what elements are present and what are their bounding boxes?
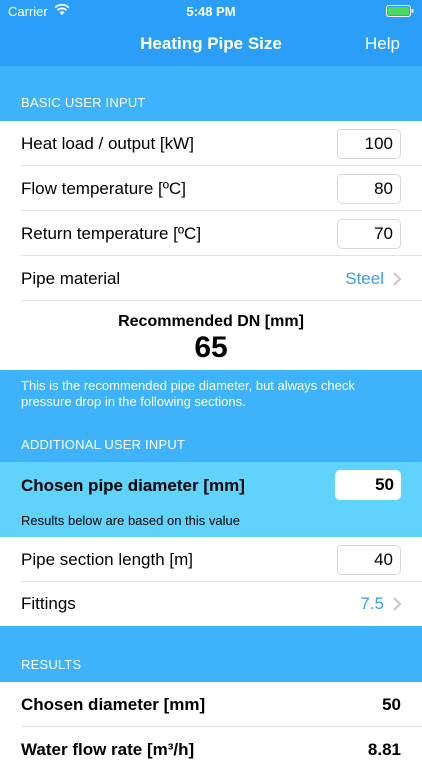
status-time: 5:48 PM — [186, 4, 236, 19]
return-temperature-label: Return temperature [ºC] — [21, 223, 202, 243]
fittings-label: Fittings — [21, 594, 76, 613]
chevron-right-icon — [393, 271, 402, 286]
section-length-input[interactable] — [337, 544, 401, 575]
flow-temperature-input[interactable] — [337, 173, 401, 204]
pipe-material-value: Steel — [345, 268, 384, 288]
heat-load-label: Heat load / output [kW] — [21, 133, 194, 153]
chosen-diameter-row: Chosen pipe diameter [mm] Results below … — [0, 462, 422, 537]
fittings-row[interactable]: Fittings 7.5 — [0, 582, 422, 626]
additional-input-header-text: ADDITIONAL USER INPUT — [21, 437, 186, 452]
basic-input-header-text: BASIC USER INPUT — [21, 95, 146, 110]
result-row-chosen-diameter: Chosen diameter [mm] 50 — [0, 682, 422, 727]
result-value: 50 — [382, 694, 401, 714]
chosen-diameter-label: Chosen pipe diameter [mm] — [21, 476, 245, 495]
additional-input-header: ADDITIONAL USER INPUT — [0, 416, 422, 462]
page-title: Heating Pipe Size — [140, 34, 282, 53]
status-bar: Carrier 5:48 PM — [0, 0, 422, 22]
chevron-right-icon — [393, 597, 402, 611]
heat-load-input[interactable] — [337, 128, 401, 159]
battery-icon — [386, 5, 414, 17]
flow-temperature-label: Flow temperature [ºC] — [21, 178, 186, 198]
result-label: Chosen diameter [mm] — [21, 694, 206, 714]
chosen-diameter-input[interactable] — [335, 470, 401, 500]
pipe-material-row[interactable]: Pipe material Steel — [0, 256, 422, 301]
basic-input-header: BASIC USER INPUT — [0, 66, 422, 120]
help-button[interactable]: Help — [365, 34, 400, 54]
results-header-text: RESULTS — [21, 657, 82, 672]
recommendation-note: This is the recommended pipe diameter, b… — [21, 378, 355, 409]
section-length-row: Pipe section length [m] — [0, 537, 422, 582]
recommended-dn-panel: Recommended DN [mm] 65 — [0, 301, 422, 370]
pipe-material-label: Pipe material — [21, 268, 121, 288]
fittings-value: 7.5 — [360, 594, 384, 613]
results-header: RESULTS — [0, 626, 422, 682]
flow-temperature-row: Flow temperature [ºC] — [0, 166, 422, 211]
recommended-dn-label: Recommended DN [mm] — [118, 313, 304, 330]
heat-load-row: Heat load / output [kW] — [0, 121, 422, 166]
navigation-bar: Heating Pipe Size Help — [0, 22, 422, 66]
chosen-diameter-note: Results below are based on this value — [21, 513, 240, 528]
return-temperature-input[interactable] — [337, 218, 401, 249]
section-length-label: Pipe section length [m] — [21, 549, 193, 569]
recommended-dn-value: 65 — [194, 331, 228, 364]
return-temperature-row: Return temperature [ºC] — [0, 211, 422, 256]
